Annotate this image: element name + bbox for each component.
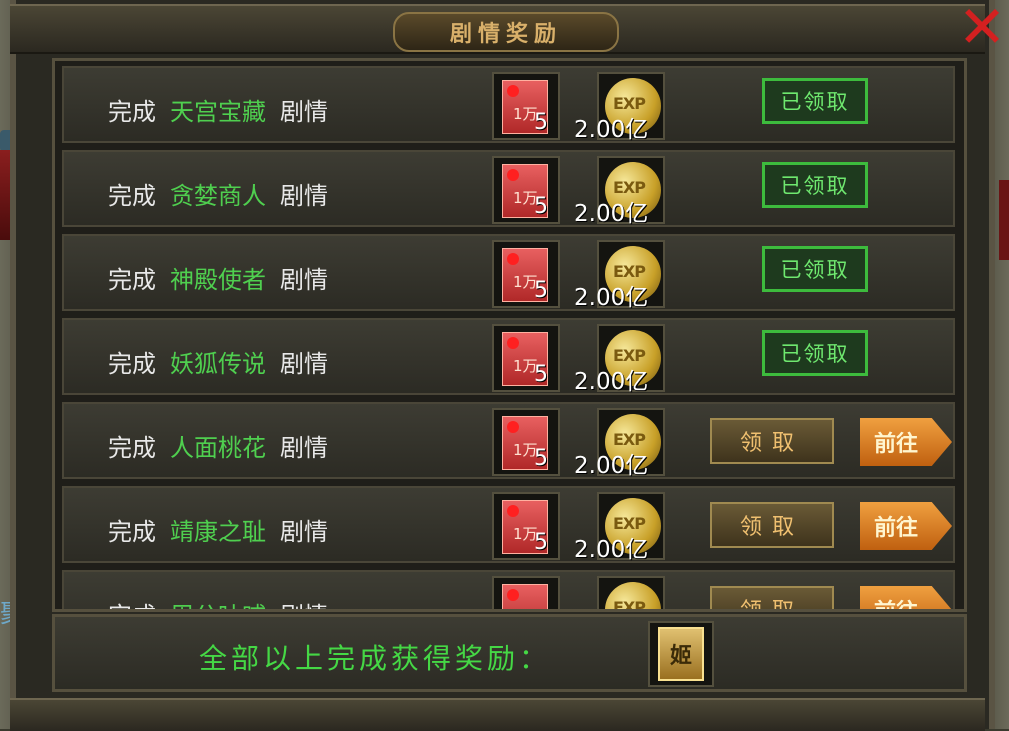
quest-row: 完成 人面桃花 剧情 1万 5 EXP 2.00亿 领取 前往 bbox=[62, 402, 955, 479]
exp-amount: 2.00亿 bbox=[574, 537, 649, 563]
envelope-value: 1万 bbox=[513, 607, 538, 609]
quest-description: 完成 妖狐传说 剧情 bbox=[108, 344, 328, 379]
quest-row: 完成 靖康之耻 剧情 1万 5 EXP 2.00亿 领取 前往 bbox=[62, 486, 955, 563]
item-count: 5 bbox=[534, 362, 548, 387]
red-dot-icon bbox=[507, 85, 519, 97]
window-title: 剧情奖励 bbox=[449, 21, 562, 47]
quest-name: 贪婪商人 bbox=[170, 182, 266, 210]
quest-suffix: 剧情 bbox=[280, 602, 328, 609]
exp-amount: 2.00亿 bbox=[574, 369, 649, 395]
claimed-badge: 已领取 bbox=[762, 246, 868, 292]
exp-amount: 2.00亿 bbox=[574, 201, 649, 227]
quest-row: 完成 天宫宝藏 剧情 1万 5 EXP 2.00亿 已领取 bbox=[62, 66, 955, 143]
quest-row: 完成 神殿使者 剧情 1万 5 EXP 2.00亿 已领取 bbox=[62, 234, 955, 311]
quest-name: 靖康之耻 bbox=[170, 518, 266, 546]
quest-name: 妖狐传说 bbox=[170, 350, 266, 378]
exp-orb-icon: EXP bbox=[605, 582, 661, 612]
red-envelope-slot[interactable]: 1万 5 bbox=[492, 72, 560, 140]
quest-name: 天宫宝藏 bbox=[170, 98, 266, 126]
bottom-bar bbox=[10, 698, 985, 731]
quest-prefix: 完成 bbox=[108, 182, 156, 210]
red-dot-icon bbox=[507, 337, 519, 349]
red-envelope-slot[interactable]: 1万 5 bbox=[492, 408, 560, 476]
quest-prefix: 完成 bbox=[108, 602, 156, 609]
quest-name: 神殿使者 bbox=[170, 266, 266, 294]
quest-suffix: 剧情 bbox=[280, 182, 328, 210]
title-plate: 剧情奖励 bbox=[393, 12, 619, 52]
red-dot-icon bbox=[507, 505, 519, 517]
quest-description: 完成 靖康之耻 剧情 bbox=[108, 512, 328, 547]
right-decoration bbox=[999, 180, 1009, 260]
reward-card-icon: 姬 bbox=[658, 627, 704, 681]
red-envelope-slot[interactable]: 1万 5 bbox=[492, 240, 560, 308]
quest-description: 完成 贪婪商人 剧情 bbox=[108, 176, 328, 211]
claim-button[interactable]: 领取 bbox=[710, 586, 834, 609]
quest-prefix: 完成 bbox=[108, 518, 156, 546]
quest-prefix: 完成 bbox=[108, 434, 156, 462]
red-envelope-slot[interactable]: 1万 5 bbox=[492, 576, 560, 609]
quest-description: 完成 天宫宝藏 剧情 bbox=[108, 92, 328, 127]
quest-prefix: 完成 bbox=[108, 266, 156, 294]
quest-suffix: 剧情 bbox=[280, 98, 328, 126]
red-envelope-slot[interactable]: 1万 5 bbox=[492, 492, 560, 560]
red-dot-icon bbox=[507, 589, 519, 601]
red-dot-icon bbox=[507, 421, 519, 433]
item-count: 5 bbox=[534, 530, 548, 555]
completion-reward-panel: 全部以上完成获得奖励： 姬 bbox=[52, 614, 967, 692]
quest-row: 完成周公吐哺剧情 1万 5 EXP 2.00亿 领取 前往 bbox=[62, 570, 955, 612]
quest-description: 完成 人面桃花 剧情 bbox=[108, 428, 328, 463]
claimed-badge: 已领取 bbox=[762, 162, 868, 208]
quest-description: 完成 神殿使者 剧情 bbox=[108, 260, 328, 295]
item-count: 5 bbox=[534, 446, 548, 471]
claim-button[interactable]: 领取 bbox=[710, 418, 834, 464]
red-dot-icon bbox=[507, 169, 519, 181]
quest-suffix: 剧情 bbox=[280, 518, 328, 546]
red-envelope-slot[interactable]: 1万 5 bbox=[492, 156, 560, 224]
quest-list[interactable]: 完成 天宫宝藏 剧情 1万 5 EXP 2.00亿 已领取 完成 贪婪商人 剧情 1万 … bbox=[52, 58, 967, 612]
go-button[interactable]: 前往 bbox=[860, 586, 952, 609]
go-button[interactable]: 前往 bbox=[860, 502, 952, 550]
quest-prefix: 完成 bbox=[108, 350, 156, 378]
exp-amount: 2.00亿 bbox=[574, 117, 649, 143]
quest-suffix: 剧情 bbox=[280, 434, 328, 462]
exp-amount: 2.00亿 bbox=[574, 453, 649, 479]
exp-orb-slot[interactable]: EXP bbox=[597, 576, 665, 612]
red-envelope-icon: 1万 bbox=[502, 584, 548, 609]
claimed-badge: 已领取 bbox=[762, 330, 868, 376]
quest-suffix: 剧情 bbox=[280, 350, 328, 378]
red-envelope-slot[interactable]: 1万 5 bbox=[492, 324, 560, 392]
go-button[interactable]: 前往 bbox=[860, 418, 952, 466]
quest-row: 完成 妖狐传说 剧情 1万 5 EXP 2.00亿 已领取 bbox=[62, 318, 955, 395]
item-count: 5 bbox=[534, 194, 548, 219]
completion-reward-text: 全部以上完成获得奖励： bbox=[199, 642, 552, 675]
close-button[interactable]: ✕ bbox=[955, 0, 1009, 56]
quest-description: 完成 周公吐哺 剧情 bbox=[108, 596, 328, 609]
quest-name: 周公吐哺 bbox=[170, 602, 266, 609]
claim-button[interactable]: 领取 bbox=[710, 502, 834, 548]
quest-name: 人面桃花 bbox=[170, 434, 266, 462]
quest-prefix: 完成 bbox=[108, 98, 156, 126]
reward-card-slot[interactable]: 姬 bbox=[648, 621, 714, 687]
exp-amount: 2.00亿 bbox=[574, 285, 649, 311]
quest-row: 完成 贪婪商人 剧情 1万 5 EXP 2.00亿 已领取 bbox=[62, 150, 955, 227]
claimed-badge: 已领取 bbox=[762, 78, 868, 124]
exp-label: EXP bbox=[613, 598, 646, 612]
item-count: 5 bbox=[534, 110, 548, 135]
quest-suffix: 剧情 bbox=[280, 266, 328, 294]
item-count: 5 bbox=[534, 278, 548, 303]
red-dot-icon bbox=[507, 253, 519, 265]
